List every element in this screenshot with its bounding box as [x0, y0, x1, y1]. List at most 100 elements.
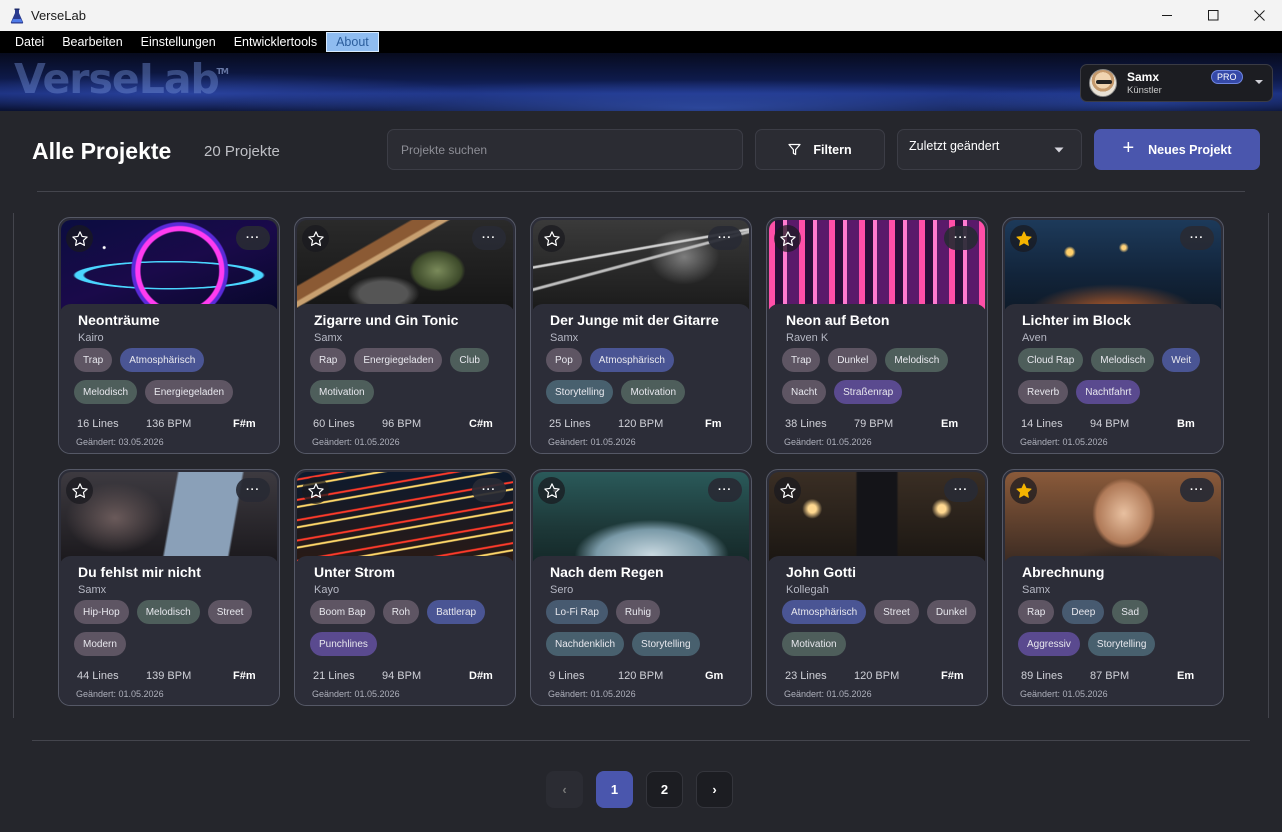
next-page-button[interactable]: ›	[696, 771, 733, 808]
page-2-button[interactable]: 2	[646, 771, 683, 808]
tag: Deep	[1062, 600, 1105, 624]
project-card[interactable]: ··· Abrechnung Samx Rap Deep Sad Aggressiv S…	[1002, 469, 1224, 706]
project-count: 20 Projekte	[204, 143, 280, 160]
more-options-button[interactable]: ···	[944, 478, 978, 502]
tag: Rap	[1018, 600, 1055, 624]
more-options-button[interactable]: ···	[708, 226, 742, 250]
favorite-button[interactable]	[66, 477, 93, 504]
menu-about[interactable]: About	[326, 32, 379, 52]
star-icon	[307, 482, 325, 500]
tag: Boom Bap	[310, 600, 375, 624]
favorite-button[interactable]	[66, 225, 93, 252]
project-artist: Samx	[314, 332, 343, 344]
menu-datei[interactable]: Datei	[6, 32, 53, 52]
more-options-button[interactable]: ···	[708, 478, 742, 502]
favorite-button[interactable]	[1010, 477, 1037, 504]
line-count: 16 Lines	[77, 418, 119, 430]
project-card[interactable]: ··· Neon auf Beton Raven K Trap Dunkel Mel…	[766, 217, 988, 454]
project-title: Unter Strom	[314, 564, 395, 580]
musical-key: Em	[1177, 670, 1195, 682]
project-artist: Kollegah	[786, 584, 829, 596]
more-icon: ···	[1190, 232, 1204, 244]
bpm: 136 BPM	[146, 418, 192, 430]
project-title: Neon auf Beton	[786, 312, 890, 328]
search-input[interactable]	[387, 129, 743, 170]
menu-einstellungen[interactable]: Einstellungen	[132, 32, 225, 52]
line-count: 14 Lines	[1021, 418, 1063, 430]
user-menu[interactable]: Samx Künstler PRO	[1080, 64, 1273, 102]
project-title: Du fehlst mir nicht	[78, 564, 201, 580]
more-options-button[interactable]: ···	[472, 478, 506, 502]
more-icon: ···	[718, 484, 732, 496]
more-options-button[interactable]: ···	[944, 226, 978, 250]
favorite-button[interactable]	[538, 225, 565, 252]
more-icon: ···	[482, 484, 496, 496]
project-card[interactable]: ··· Zigarre und Gin Tonic Samx Rap Energi…	[294, 217, 516, 454]
filter-button[interactable]: Filtern	[755, 129, 885, 170]
more-options-button[interactable]: ···	[1180, 478, 1214, 502]
project-card[interactable]: ··· Der Junge mit der Gitarre Samx Pop At…	[530, 217, 752, 454]
favorite-button[interactable]	[302, 477, 329, 504]
tag: Nachtfahrt	[1076, 380, 1141, 404]
project-card[interactable]: ··· John Gotti Kollegah Atmosphärisch Str…	[766, 469, 988, 706]
menu-bearbeiten[interactable]: Bearbeiten	[53, 32, 131, 52]
maximize-button[interactable]	[1190, 0, 1236, 31]
tag: Storytelling	[1087, 632, 1156, 656]
project-card[interactable]: ··· Unter Strom Kayo Boom Bap Roh Battlera…	[294, 469, 516, 706]
tag: Sad	[1112, 600, 1149, 624]
favorite-button[interactable]	[538, 477, 565, 504]
tag: Reverb	[1018, 380, 1069, 404]
close-button[interactable]	[1236, 0, 1282, 31]
more-icon: ···	[1190, 484, 1204, 496]
project-artist: Samx	[550, 332, 579, 344]
prev-page-button[interactable]: ‹	[546, 771, 583, 808]
title-bar: VerseLab	[0, 0, 1282, 31]
favorite-button[interactable]	[302, 225, 329, 252]
favorite-button[interactable]	[774, 477, 801, 504]
bpm: 87 BPM	[1090, 670, 1130, 682]
avatar	[1089, 69, 1117, 97]
more-options-button[interactable]: ···	[236, 478, 270, 502]
more-options-button[interactable]: ···	[236, 226, 270, 250]
page-1-button[interactable]: 1	[596, 771, 633, 808]
tag: Street	[874, 600, 919, 624]
bpm: 139 BPM	[146, 670, 192, 682]
tag: Melodisch	[885, 348, 949, 372]
bpm: 120 BPM	[618, 670, 664, 682]
musical-key: Fm	[705, 418, 722, 430]
more-options-button[interactable]: ···	[1180, 226, 1214, 250]
user-name: Samx	[1127, 70, 1160, 84]
star-icon	[71, 482, 89, 500]
favorite-button[interactable]	[1010, 225, 1037, 252]
star-icon	[779, 482, 797, 500]
project-card[interactable]: ··· Nach dem Regen Sero Lo-Fi Rap Ruhig Na…	[530, 469, 752, 706]
project-artist: Samx	[1022, 584, 1051, 596]
more-icon: ···	[246, 232, 260, 244]
favorite-button[interactable]	[774, 225, 801, 252]
more-options-button[interactable]: ···	[472, 226, 506, 250]
project-card[interactable]: ··· Lichter im Block Aven Cloud Rap Melod…	[1002, 217, 1224, 454]
tag: Straßenrap	[834, 380, 903, 404]
minimize-button[interactable]	[1144, 0, 1190, 31]
menu-entwicklertools[interactable]: Entwicklertools	[225, 32, 326, 52]
new-project-button[interactable]: + Neues Projekt	[1094, 129, 1260, 170]
tag: Street	[207, 600, 253, 624]
modified-date: Geändert: 01.05.2026	[312, 689, 400, 699]
musical-key: C#m	[469, 418, 493, 430]
chevron-down-icon	[1255, 80, 1263, 84]
project-card[interactable]: ··· Du fehlst mir nicht Samx Hip-Hop Melo…	[58, 469, 280, 706]
tag: Lo-Fi Rap	[546, 600, 608, 624]
tag: Atmosphärisch	[589, 348, 674, 372]
tag: Energiegeladen	[145, 380, 234, 404]
project-card[interactable]: ··· Neonträume Kairo Trap Atmosphärisch Me…	[58, 217, 280, 454]
bpm: 94 BPM	[382, 670, 422, 682]
line-count: 89 Lines	[1021, 670, 1063, 682]
sort-select[interactable]: Zuletzt geändert	[897, 129, 1082, 170]
modified-date: Geändert: 01.05.2026	[548, 689, 636, 699]
user-role: Künstler	[1127, 85, 1162, 96]
filter-icon	[788, 143, 801, 156]
tag: Nachdenklich	[546, 632, 625, 656]
tag-list: Pop Atmosphärisch Storytelling Motivation	[546, 348, 742, 404]
bpm: 120 BPM	[618, 418, 664, 430]
tag: Storytelling	[632, 632, 700, 656]
